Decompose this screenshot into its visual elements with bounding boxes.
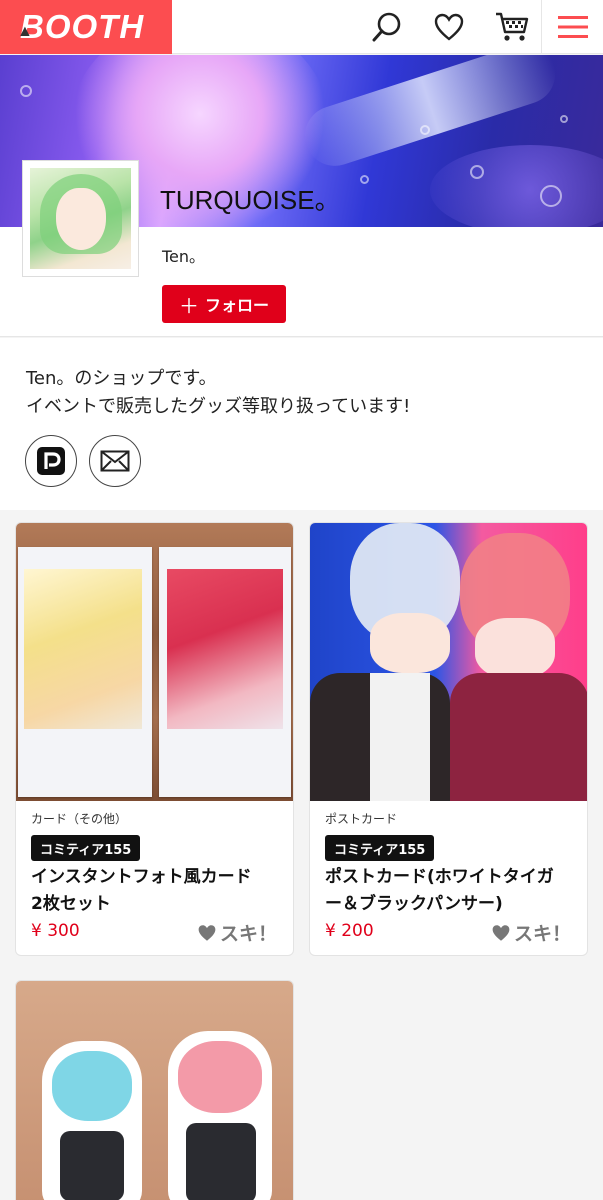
event-badge[interactable]: コミティア155 — [31, 835, 141, 861]
follow-button[interactable]: ＋ フォロー — [162, 285, 286, 323]
like-label: スキ！ — [513, 923, 571, 945]
mail-icon — [100, 450, 130, 472]
site-header: BOOTH ▲ — [0, 0, 603, 54]
menu-icon — [557, 16, 588, 38]
like-button[interactable]: スキ！ — [491, 919, 571, 946]
product-image[interactable] — [310, 523, 587, 801]
product-card[interactable]: カード（その他） コミティア155 インスタントフォト風カード 2枚セット ¥ … — [15, 522, 294, 956]
shop-description: Ten。のショップです。 イベントで販売したグッズ等取り扱っています! — [0, 338, 603, 510]
plus-icon: ＋ — [178, 293, 199, 318]
mail-link-button[interactable] — [89, 435, 141, 487]
search-icon[interactable] — [365, 0, 409, 54]
product-price: ¥ 300 — [31, 921, 80, 941]
heart-icon[interactable] — [427, 0, 471, 54]
like-label: スキ！ — [219, 923, 277, 945]
product-category[interactable]: ポストカード — [325, 810, 397, 827]
heart-icon — [198, 924, 216, 941]
follow-label: フォロー — [204, 296, 269, 315]
logo-text: BOOTH — [20, 8, 145, 45]
shop-title: TURQUOISE。 — [160, 185, 341, 215]
logo-cat-icon: ▲ — [17, 23, 34, 40]
event-badge[interactable]: コミティア155 — [325, 835, 435, 861]
cart-icon[interactable] — [490, 0, 534, 54]
like-button[interactable]: スキ！ — [197, 919, 277, 946]
pixiv-icon — [37, 447, 65, 475]
menu-button[interactable] — [541, 0, 603, 54]
product-card[interactable] — [15, 980, 294, 1200]
product-image[interactable] — [16, 523, 293, 801]
shop-avatar[interactable] — [22, 160, 139, 277]
description-line-1: Ten。のショップです。 — [26, 368, 217, 389]
pixiv-link-button[interactable] — [25, 435, 77, 487]
booth-logo[interactable]: BOOTH ▲ — [0, 0, 172, 54]
description-line-2: イベントで販売したグッズ等取り扱っています! — [26, 396, 411, 417]
product-category[interactable]: カード（その他） — [31, 810, 127, 827]
product-name[interactable]: インスタントフォト風カード 2枚セット — [31, 864, 283, 918]
product-card[interactable]: ポストカード コミティア155 ポストカード(ホワイトタイガ ー＆ブラックパンサ… — [309, 522, 588, 956]
shop-owner-name[interactable]: Ten。 — [162, 243, 205, 267]
heart-icon — [492, 924, 510, 941]
product-price: ¥ 200 — [325, 921, 374, 941]
product-name[interactable]: ポストカード(ホワイトタイガ ー＆ブラックパンサー) — [325, 864, 577, 918]
product-image[interactable] — [16, 981, 293, 1200]
